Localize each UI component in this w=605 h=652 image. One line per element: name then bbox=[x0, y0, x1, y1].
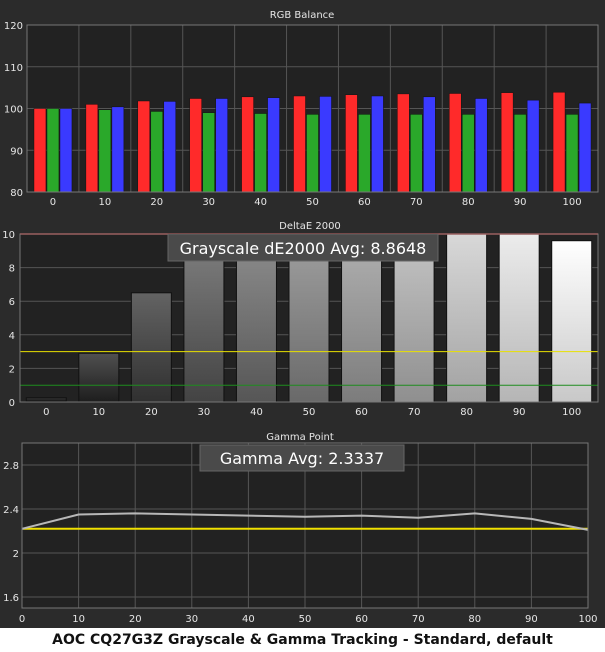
rgb-bar-green bbox=[46, 108, 60, 193]
de-xtick-label: 50 bbox=[303, 407, 316, 418]
rgb-bar-blue bbox=[423, 96, 436, 193]
figure-caption: AOC CQ27G3Z Grayscale & Gamma Tracking -… bbox=[52, 632, 553, 648]
rgb-bar-green bbox=[150, 111, 164, 193]
de-bar bbox=[288, 240, 330, 403]
gamma-ytick-label: 2.8 bbox=[3, 461, 19, 472]
de-ytick-label: 2 bbox=[9, 364, 15, 375]
rgb-xtick-label: 80 bbox=[462, 197, 475, 208]
gamma-xtick-label: 40 bbox=[242, 614, 255, 625]
de-bar bbox=[551, 240, 593, 403]
rgb-xtick-label: 10 bbox=[98, 197, 111, 208]
gamma-panel-title: Gamma Point bbox=[266, 432, 334, 443]
rgb-bar-red bbox=[137, 100, 151, 193]
chart-svg: RGB Balance80901001101200 10 20 30 40 50 60 70 8… bbox=[2, 10, 599, 625]
gamma-xtick-label: 50 bbox=[299, 614, 312, 625]
de-xtick-label: 30 bbox=[198, 407, 211, 418]
gamma-xtick-label: 100 bbox=[578, 614, 597, 625]
gamma-xtick-label: 80 bbox=[468, 614, 481, 625]
rgb-xtick-label: 50 bbox=[306, 197, 319, 208]
rgb-bar-green bbox=[565, 114, 579, 193]
rgb-xtick-label: 90 bbox=[514, 197, 527, 208]
de-xtick-label: 100 bbox=[562, 407, 581, 418]
de-bar bbox=[235, 246, 277, 403]
de-xtick-label: 90 bbox=[513, 407, 526, 418]
rgb-bar-blue bbox=[267, 97, 280, 193]
de-bar bbox=[183, 260, 225, 403]
rgb-xtick-label: 40 bbox=[254, 197, 267, 208]
rgb-ytick-label: 100 bbox=[4, 105, 23, 116]
rgb-bar-red bbox=[85, 104, 99, 193]
de-ytick-label: 0 bbox=[9, 398, 15, 409]
de-panel-title: DeltaE 2000 bbox=[279, 221, 341, 232]
rgb-xtick-label: 70 bbox=[410, 197, 423, 208]
rgb-ytick-label: 90 bbox=[10, 146, 23, 157]
rgb-bar-blue bbox=[319, 96, 332, 193]
de-bar bbox=[446, 233, 488, 403]
rgb-bar-blue bbox=[371, 95, 384, 193]
rgb-bar-blue bbox=[474, 98, 488, 193]
de-ytick-label: 8 bbox=[9, 264, 15, 275]
rgb-bar-blue bbox=[111, 106, 125, 193]
rgb-bar-green bbox=[461, 114, 475, 193]
rgb-bar-green bbox=[513, 114, 527, 193]
gamma-xtick-label: 10 bbox=[72, 614, 85, 625]
rgb-ytick-label: 120 bbox=[4, 21, 23, 32]
rgb-xtick-label: 30 bbox=[202, 197, 215, 208]
de-ytick-label: 6 bbox=[9, 297, 15, 308]
rgb-bar-green bbox=[98, 109, 112, 193]
de-xtick-label: 20 bbox=[145, 407, 158, 418]
de-xtick-label: 80 bbox=[460, 407, 473, 418]
rgb-bar-blue bbox=[163, 101, 177, 193]
de-ytick-label: 4 bbox=[9, 331, 15, 342]
de-xtick-label: 0 bbox=[43, 407, 49, 418]
rgb-bar-green bbox=[202, 112, 215, 193]
rgb-bar-green bbox=[254, 113, 267, 193]
gamma-annotation-text: Gamma Avg: 2.3337 bbox=[220, 449, 384, 468]
chart-figure: RGB Balance 80 90 100 110 120 0 10 20 30 40 50 60 70 8… bbox=[0, 0, 605, 628]
rgb-ytick-label: 80 bbox=[10, 188, 23, 199]
rgb-xtick-label: 20 bbox=[150, 197, 163, 208]
rgb-bar-red bbox=[448, 93, 462, 193]
gamma-xtick-label: 20 bbox=[129, 614, 142, 625]
rgb-bar-blue bbox=[578, 102, 592, 193]
rgb-bar-green bbox=[410, 114, 423, 193]
gamma-xtick-label: 90 bbox=[525, 614, 538, 625]
rgb-bar-green bbox=[358, 114, 371, 193]
rgb-panel-title: RGB Balance bbox=[270, 10, 335, 21]
rgb-bar-green bbox=[306, 114, 319, 193]
gamma-xtick-label: 60 bbox=[355, 614, 368, 625]
rgb-bar-blue bbox=[215, 98, 228, 193]
rgb-bar-red bbox=[293, 95, 306, 193]
de-bar bbox=[25, 397, 67, 403]
rgb-bar-red bbox=[189, 98, 202, 193]
de-xtick-label: 40 bbox=[250, 407, 263, 418]
rgb-bar-red bbox=[241, 96, 254, 193]
rgb-bar-red bbox=[500, 92, 514, 193]
gamma-xtick-label: 0 bbox=[19, 614, 25, 625]
rgb-bar-red bbox=[397, 93, 410, 193]
de-xtick-label: 60 bbox=[355, 407, 368, 418]
rgb-bar-blue bbox=[526, 99, 540, 193]
rgb-xtick-label: 100 bbox=[562, 197, 581, 208]
de-bar bbox=[498, 233, 540, 403]
de-bar bbox=[78, 352, 120, 403]
rgb-bar-red bbox=[552, 91, 566, 193]
de-annotation-text: Grayscale dE2000 Avg: 8.8648 bbox=[180, 239, 427, 258]
gamma-xtick-label: 70 bbox=[412, 614, 425, 625]
gamma-ytick-label: 2.4 bbox=[3, 505, 19, 516]
rgb-bar-blue bbox=[59, 108, 73, 193]
gamma-xtick-label: 30 bbox=[185, 614, 198, 625]
rgb-bar-red bbox=[345, 94, 358, 193]
rgb-bar-red bbox=[33, 108, 47, 193]
de-ytick-label: 10 bbox=[2, 230, 15, 241]
de-xtick-label: 70 bbox=[408, 407, 421, 418]
gamma-ytick-label: 1.6 bbox=[3, 593, 19, 604]
de-xtick-label: 10 bbox=[92, 407, 105, 418]
rgb-xtick-label: 60 bbox=[358, 197, 371, 208]
rgb-ytick-label: 110 bbox=[4, 63, 23, 74]
rgb-xtick-label: 0 bbox=[50, 197, 56, 208]
gamma-ytick-label: 2 bbox=[13, 549, 19, 560]
